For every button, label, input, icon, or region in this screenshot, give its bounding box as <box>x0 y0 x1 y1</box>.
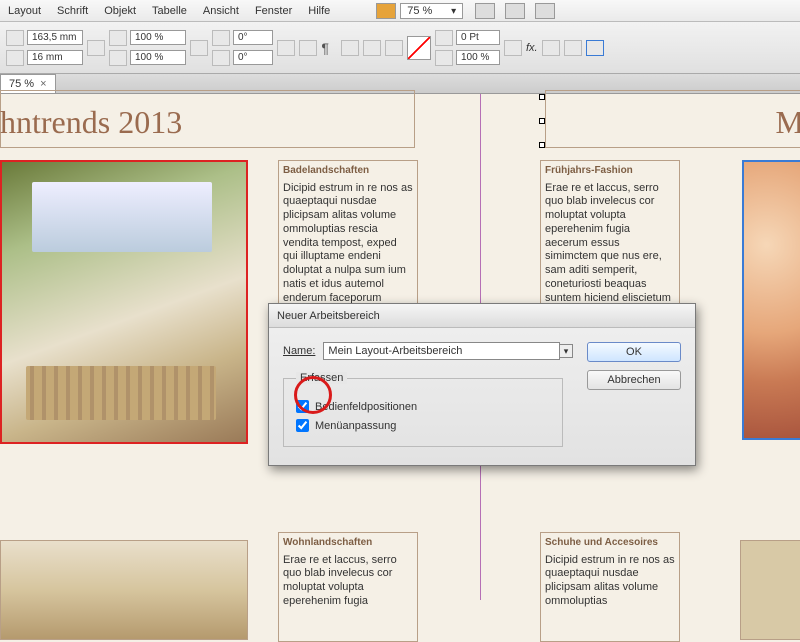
stroke-weight[interactable]: 0 Pt <box>456 30 500 45</box>
crop-icon[interactable] <box>586 40 604 56</box>
text-align-left-icon[interactable] <box>542 40 560 56</box>
text-align-center-icon[interactable] <box>564 40 582 56</box>
body-wohn: Erae re et laccus, serro quo blab invele… <box>283 554 413 609</box>
y-icon <box>6 50 24 66</box>
dialog-title: Neuer Arbeitsbereich <box>277 310 380 322</box>
align-icon[interactable] <box>341 40 359 56</box>
x-icon <box>6 30 24 46</box>
screen-mode-icon[interactable] <box>475 3 495 19</box>
flip-v-icon[interactable] <box>299 40 317 56</box>
heading-fashion: Frühjahrs-Fashion <box>545 165 675 178</box>
page-title-left: hntrends 2013 <box>0 104 182 141</box>
heading-wohn: Wohnlandschaften <box>283 537 413 550</box>
rotate-icon <box>212 30 230 46</box>
fieldset-legend: Erfassen <box>296 372 347 384</box>
cancel-button[interactable]: Abbrechen <box>587 370 681 390</box>
ok-button[interactable]: OK <box>587 342 681 362</box>
heading-schuhe: Schuhe und Accesoires <box>545 537 675 550</box>
menu-schrift[interactable]: Schrift <box>57 5 88 17</box>
menu-fenster[interactable]: Fenster <box>255 5 292 17</box>
menubar: Layout Schrift Objekt Tabelle Ansicht Fe… <box>0 0 800 22</box>
view-options-icon[interactable] <box>535 3 555 19</box>
chain-icon[interactable] <box>385 40 403 56</box>
image-fashion[interactable] <box>742 160 800 440</box>
fx-icon[interactable]: fx. <box>526 42 538 54</box>
flip-h-icon[interactable] <box>277 40 295 56</box>
menu-objekt[interactable]: Objekt <box>104 5 136 17</box>
page-title-right: Mo <box>776 104 800 141</box>
menu-layout[interactable]: Layout <box>8 5 41 17</box>
x-field[interactable]: 163,5 mm <box>27 30 83 45</box>
image-shoes[interactable] <box>740 540 800 640</box>
drop-shadow-icon[interactable] <box>504 40 522 56</box>
scale-y-icon <box>109 50 127 66</box>
title-frame-right[interactable] <box>545 90 800 148</box>
body-bad: Dicipid estrum in re nos as quaeptaqui n… <box>283 182 413 320</box>
selection-handles <box>539 94 549 150</box>
fill-none-icon[interactable] <box>407 36 431 60</box>
checkbox-menu-customization[interactable] <box>296 419 309 432</box>
arrange-icon[interactable] <box>505 3 525 19</box>
tab-label: 75 % <box>9 78 34 90</box>
capture-fieldset: Erfassen Bedienfeldpositionen Menüanpass… <box>283 372 563 447</box>
rotate-field[interactable]: 0° <box>233 30 273 45</box>
scale-y-field[interactable]: 100 % <box>130 50 186 65</box>
workspace-name-input[interactable] <box>323 342 560 360</box>
constrain-icon[interactable] <box>190 40 208 56</box>
dropdown-icon[interactable]: ▾ <box>559 344 573 358</box>
wrap-icon[interactable] <box>363 40 381 56</box>
bridge-icon[interactable] <box>376 3 396 19</box>
scale-x-icon <box>109 30 127 46</box>
paragraph-icon[interactable]: ¶ <box>321 40 337 56</box>
dialog-titlebar[interactable]: Neuer Arbeitsbereich <box>269 304 695 328</box>
close-tab-icon[interactable]: × <box>40 78 46 90</box>
text-frame-wohn[interactable]: Wohnlandschaften Erae re et laccus, serr… <box>278 532 418 642</box>
checkbox-panel-positions[interactable] <box>296 400 309 413</box>
label-menu-customization: Menüanpassung <box>315 420 396 432</box>
name-label: Name: <box>283 345 315 357</box>
y-field[interactable]: 16 mm <box>27 50 83 65</box>
body-schuhe: Dicipid estrum in re nos as quaeptaqui n… <box>545 554 675 609</box>
menu-tabelle[interactable]: Tabelle <box>152 5 187 17</box>
shear-icon <box>212 50 230 66</box>
scale-x-field[interactable]: 100 % <box>130 30 186 45</box>
control-toolbar: 163,5 mm 16 mm 100 % 100 % 0° 0° ¶ 0 Pt … <box>0 22 800 74</box>
fx-opacity[interactable]: 100 % <box>456 50 500 65</box>
stroke-w-icon <box>435 30 453 46</box>
image-living[interactable] <box>0 540 248 640</box>
image-bathroom[interactable] <box>0 160 248 444</box>
opacity-icon <box>435 50 453 66</box>
label-panel-positions: Bedienfeldpositionen <box>315 401 417 413</box>
heading-bad: Badelandschaften <box>283 165 413 178</box>
dialog-new-workspace: Neuer Arbeitsbereich OK Abbrechen Name: … <box>268 303 696 466</box>
text-frame-schuhe[interactable]: Schuhe und Accesoires Dicipid estrum in … <box>540 532 680 642</box>
shear-field[interactable]: 0° <box>233 50 273 65</box>
menu-ansicht[interactable]: Ansicht <box>203 5 239 17</box>
zoom-level[interactable]: 75 % ▾ <box>400 3 463 19</box>
menu-hilfe[interactable]: Hilfe <box>308 5 330 17</box>
link-icon[interactable] <box>87 40 105 56</box>
